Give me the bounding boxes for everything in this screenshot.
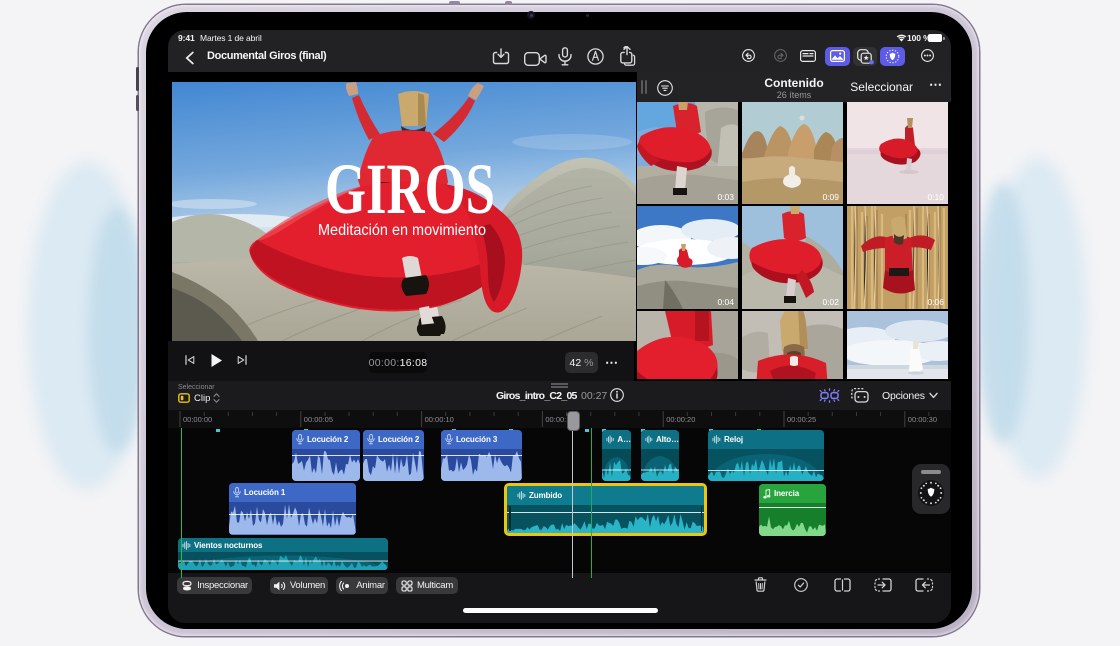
svg-text:0:03: 0:03	[717, 192, 734, 202]
svg-text:0:10: 0:10	[927, 192, 944, 202]
svg-text:GIROS: GIROS	[325, 149, 495, 229]
svg-text:00:00:25: 00:00:25	[787, 415, 816, 424]
svg-text:00:00:00: 00:00:00	[183, 415, 212, 424]
svg-text:00:00:30: 00:00:30	[908, 415, 937, 424]
svg-text:00:00:10: 00:00:10	[425, 415, 454, 424]
svg-text:00:00:05: 00:00:05	[304, 415, 333, 424]
svg-text:0:06: 0:06	[927, 297, 944, 307]
svg-text:0:02: 0:02	[822, 297, 839, 307]
svg-text:Meditación en movimiento: Meditación en movimiento	[318, 222, 486, 239]
svg-text:00:00:20: 00:00:20	[666, 415, 695, 424]
svg-text:0:04: 0:04	[717, 297, 734, 307]
svg-text:0:09: 0:09	[822, 192, 839, 202]
